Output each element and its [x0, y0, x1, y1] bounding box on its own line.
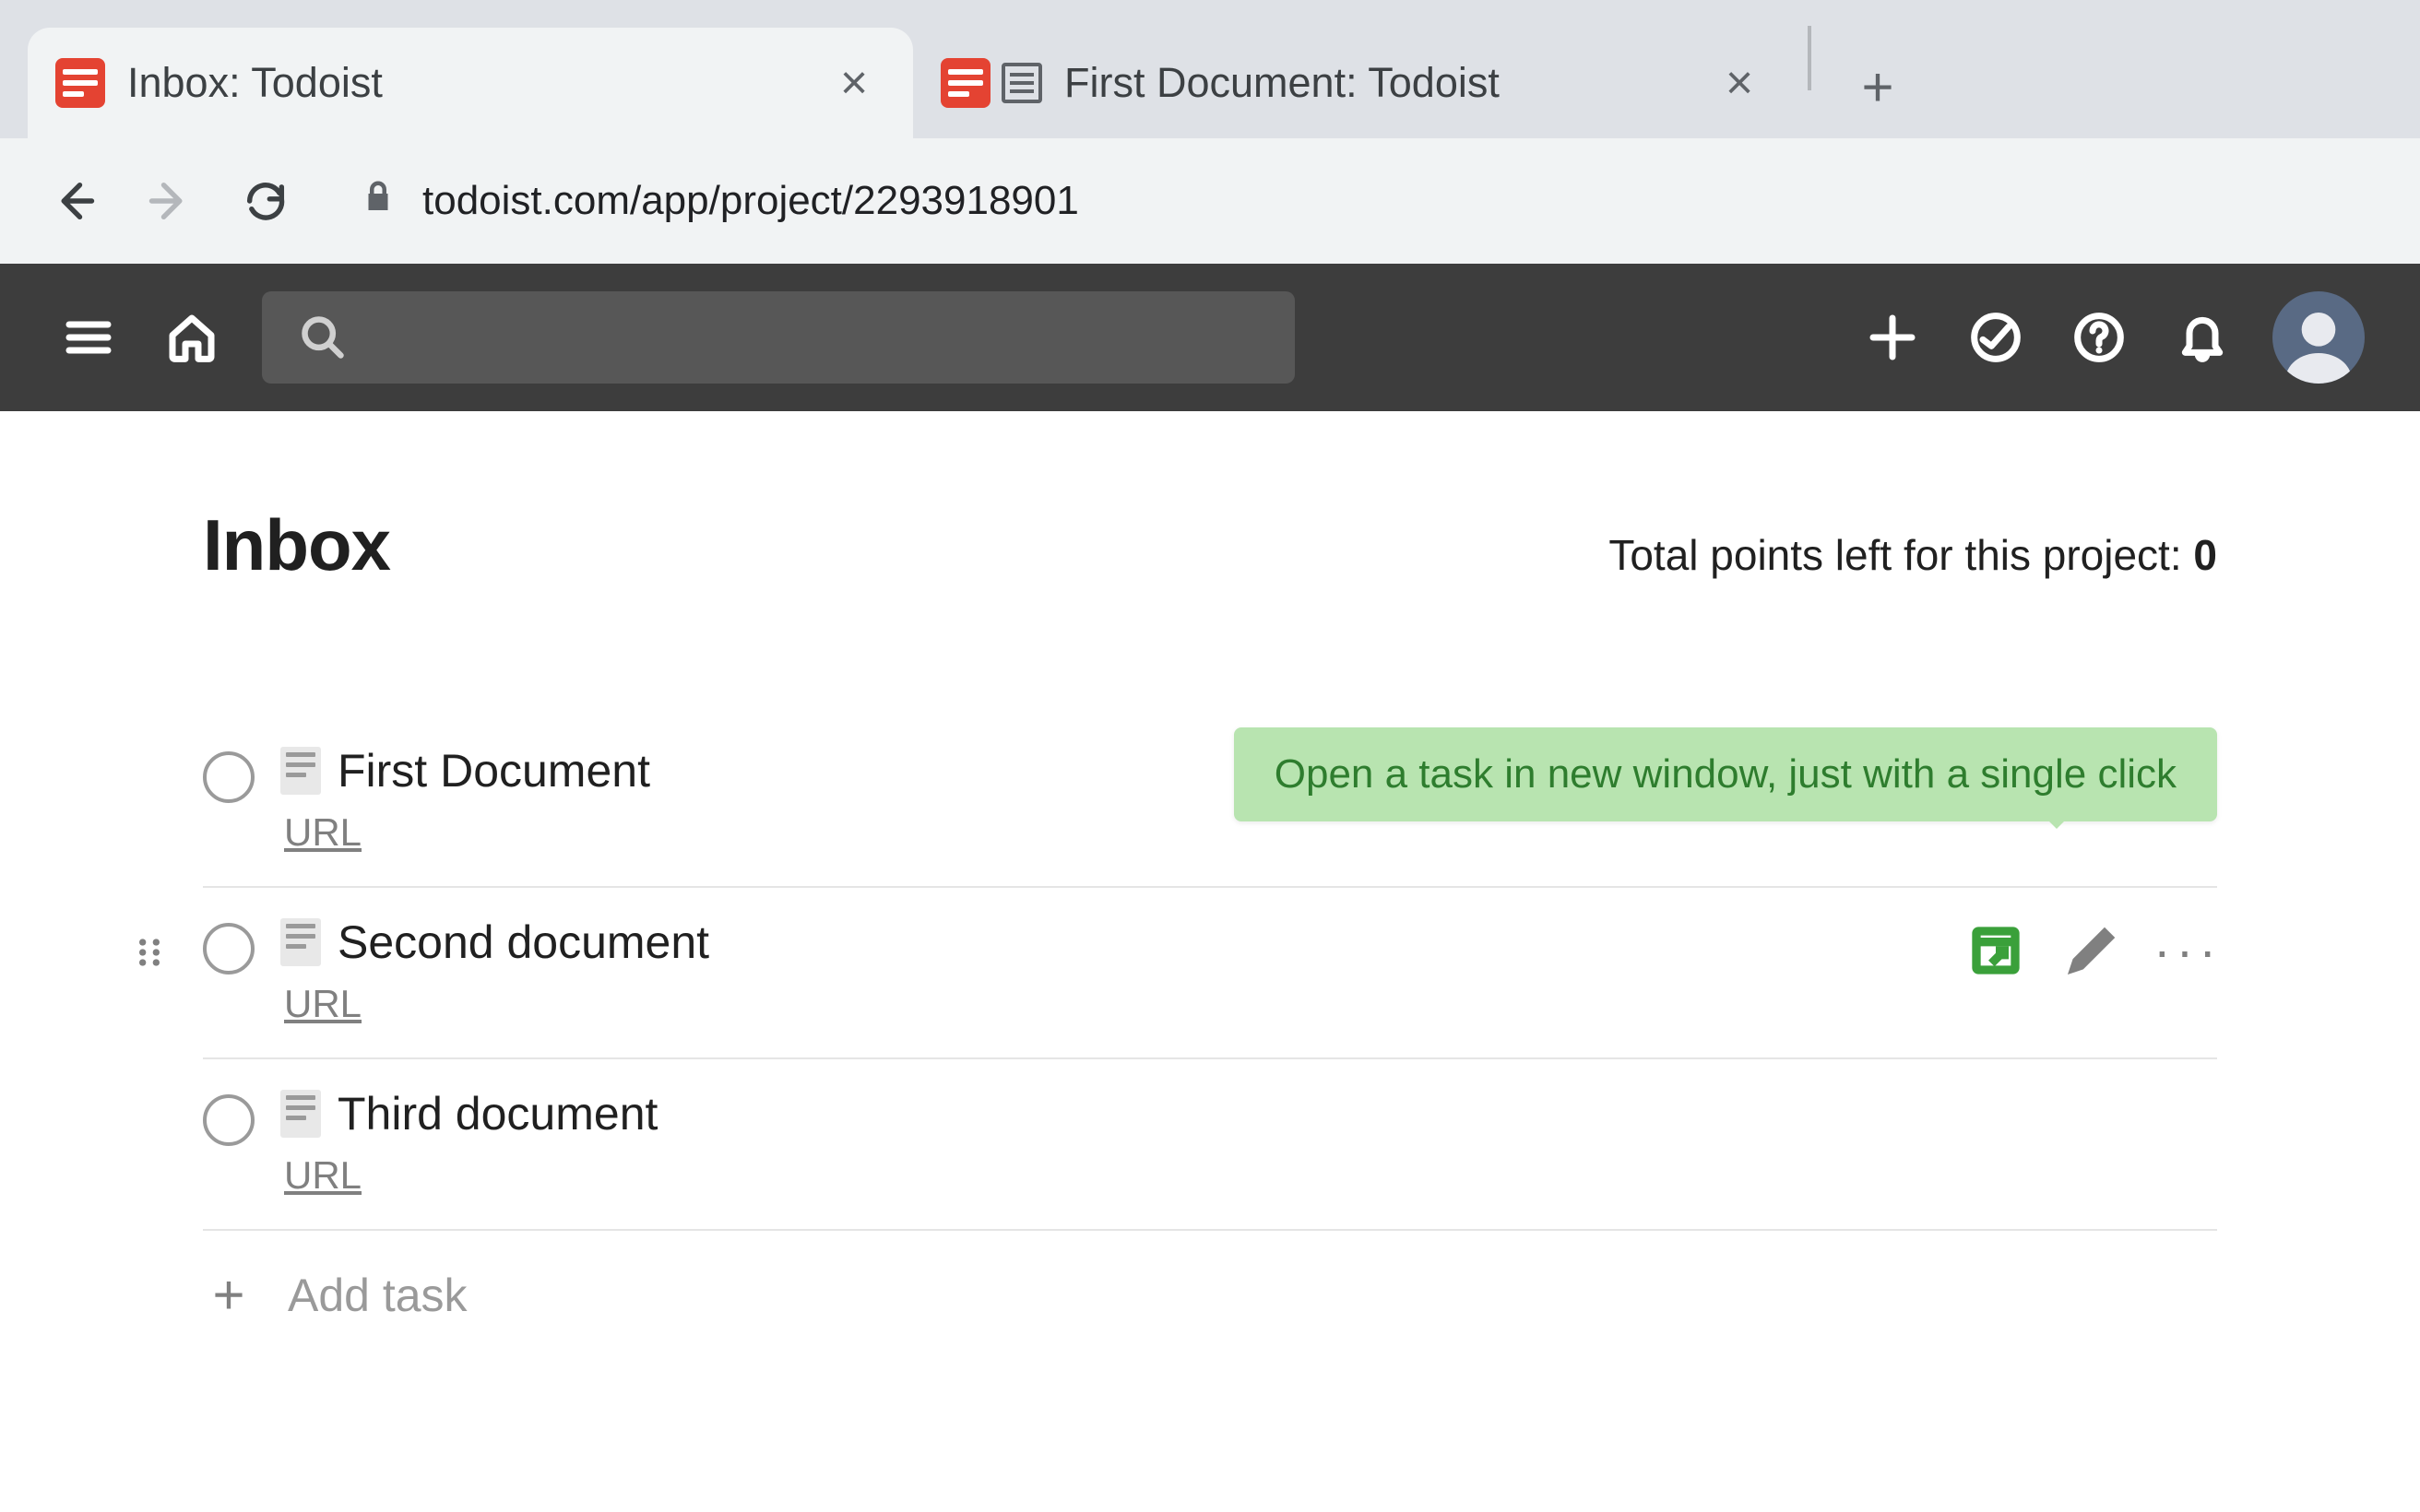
tab-separator: [1808, 26, 1811, 90]
tab-title: Inbox: Todoist: [127, 59, 810, 107]
browser-tab-1[interactable]: First Document: Todoist ×: [913, 28, 1798, 138]
search-input[interactable]: [262, 291, 1295, 384]
avatar-icon: [2278, 302, 2359, 384]
task-url-link[interactable]: URL: [284, 810, 2217, 855]
document-icon: [280, 918, 321, 966]
document-icon: [280, 747, 321, 795]
bell-icon: [2177, 312, 2228, 363]
task-checkbox[interactable]: [203, 1094, 255, 1146]
task-body: Third document URL: [280, 1087, 2217, 1198]
open-window-button[interactable]: [1966, 921, 2025, 980]
task-title: Second document: [338, 915, 709, 969]
url-text: todoist.com/app/project/2293918901: [422, 178, 1079, 224]
productivity-icon: [1970, 312, 2022, 363]
arrow-right-icon: [146, 177, 194, 225]
reload-icon: [242, 177, 290, 225]
arrow-left-icon: [50, 177, 98, 225]
search-icon: [299, 313, 347, 361]
help-icon: [2073, 312, 2125, 363]
tab-close-icon[interactable]: ×: [832, 59, 876, 107]
task-url-link[interactable]: URL: [284, 982, 1940, 1026]
task-row[interactable]: Second document URL ···: [203, 888, 2217, 1059]
task-body: Second document URL: [280, 915, 1940, 1026]
nav-reload-button[interactable]: [229, 164, 302, 238]
nav-forward-button[interactable]: [133, 164, 207, 238]
points-label: Total points left for this project:: [1608, 531, 2193, 579]
task-title: Third document: [338, 1087, 658, 1140]
task-checkbox[interactable]: [203, 923, 255, 975]
more-button[interactable]: ···: [2158, 921, 2217, 980]
productivity-button[interactable]: [1963, 304, 2029, 371]
plus-icon: +: [203, 1268, 255, 1323]
task-title: First Document: [338, 744, 650, 797]
tab-favicon: [55, 58, 105, 108]
home-icon: [166, 312, 218, 363]
quick-add-button[interactable]: [1859, 304, 1926, 371]
notifications-button[interactable]: [2169, 304, 2236, 371]
task-list: Open a task in new window, just with a s…: [203, 716, 2217, 1360]
task-row[interactable]: First Document URL ···: [203, 716, 2217, 888]
points-summary: Total points left for this project: 0: [1608, 530, 2217, 580]
tab-close-icon[interactable]: ×: [1717, 59, 1762, 107]
address-row: todoist.com/app/project/2293918901: [0, 138, 2420, 264]
home-button[interactable]: [159, 304, 225, 371]
add-task-button[interactable]: + Add task: [203, 1231, 2217, 1360]
tab-title: First Document: Todoist: [1064, 59, 1695, 107]
document-icon: [280, 1090, 321, 1138]
menu-button[interactable]: [55, 304, 122, 371]
app-header: [0, 264, 2420, 411]
task-row[interactable]: Third document URL ···: [203, 1059, 2217, 1231]
tab-favicon: [941, 58, 1042, 108]
task-url-link[interactable]: URL: [284, 1153, 2217, 1198]
drag-handle-icon[interactable]: [129, 932, 170, 973]
page-title: Inbox: [203, 503, 390, 587]
tab-strip: Inbox: Todoist × First Document: Todoist…: [0, 0, 2420, 138]
edit-button[interactable]: [2062, 921, 2121, 980]
plus-icon: [1867, 312, 1918, 363]
avatar-button[interactable]: [2272, 291, 2365, 384]
task-actions: ···: [1966, 921, 2217, 980]
browser-chrome: Inbox: Todoist × First Document: Todoist…: [0, 0, 2420, 264]
add-task-label: Add task: [288, 1269, 468, 1322]
task-body: First Document URL: [280, 744, 2217, 855]
nav-back-button[interactable]: [37, 164, 111, 238]
todoist-logo-icon: [941, 58, 991, 108]
main-content: Inbox Total points left for this project…: [0, 411, 2420, 1360]
browser-tab-0[interactable]: Inbox: Todoist ×: [28, 28, 913, 138]
todoist-logo-icon: [55, 58, 105, 108]
address-bar[interactable]: todoist.com/app/project/2293918901: [325, 159, 2383, 242]
document-icon: [1002, 63, 1042, 103]
new-tab-button[interactable]: +: [1848, 57, 1907, 116]
lock-icon: [362, 178, 395, 225]
points-value: 0: [2193, 531, 2217, 579]
help-button[interactable]: [2066, 304, 2132, 371]
heading-row: Inbox Total points left for this project…: [203, 503, 2217, 587]
task-checkbox[interactable]: [203, 751, 255, 803]
menu-icon: [63, 312, 114, 363]
